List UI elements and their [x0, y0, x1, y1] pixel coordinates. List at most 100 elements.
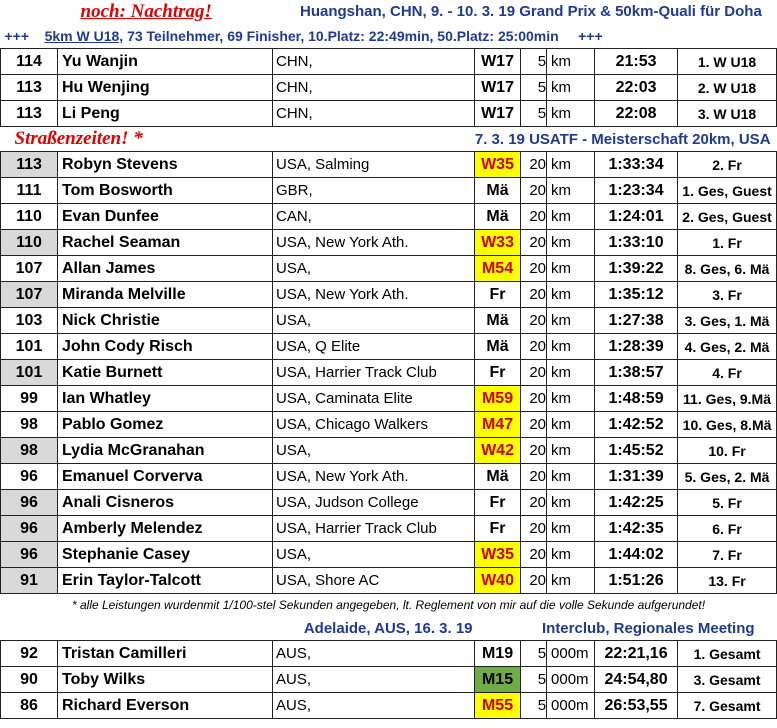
- club-cell: USA, Harrier Track Club: [271, 359, 476, 386]
- place-cell: 7. Fr: [677, 541, 777, 568]
- points-cell: 90: [0, 666, 58, 693]
- points-cell: 92: [0, 640, 58, 667]
- category-cell: W35: [474, 151, 522, 178]
- table-row: 96 Amberly Melendez USA, Harrier Track Clu…: [0, 515, 777, 542]
- results-sheet: noch: Nachtrag! +++ 5km W U18, 73 Teilne…: [0, 0, 777, 728]
- category-cell: Mä: [474, 307, 522, 334]
- unit-cell: 000m: [546, 640, 596, 667]
- time-cell: 1:48:59: [594, 385, 679, 412]
- time-cell: 1:51:26: [594, 567, 679, 594]
- section2-title: Straßenzeiten! *: [14, 128, 143, 149]
- time-cell: 22:03: [594, 74, 679, 101]
- category-cell: W17: [474, 48, 522, 75]
- time-cell: 1:33:10: [594, 229, 679, 256]
- unit-cell: km: [546, 359, 596, 386]
- table-row: 92 Tristan Camilleri AUS, M19 5 000m 22:21,16 1…: [0, 640, 777, 667]
- unit-cell: km: [546, 567, 596, 594]
- results-table: noch: Nachtrag! +++ 5km W U18, 73 Teilne…: [0, 0, 777, 719]
- points-cell: 111: [0, 177, 58, 204]
- unit-cell: km: [546, 333, 596, 360]
- athlete-name: Emanuel Corverva: [57, 463, 273, 490]
- club-cell: AUS,: [271, 640, 476, 667]
- category-cell: M47: [474, 411, 522, 438]
- club-cell: USA, Judson College: [271, 489, 476, 516]
- athlete-name: Allan James: [57, 255, 273, 282]
- athlete-name: Anali Cisneros: [57, 489, 273, 516]
- plus-marker: +++: [4, 28, 30, 44]
- distance-cell: 20: [520, 203, 548, 230]
- time-cell: 21:53: [594, 48, 679, 75]
- club-cell: AUS,: [271, 666, 476, 693]
- section2-header: Straßenzeiten! * Tustin, CAL, USA, 17. 3.…: [1, 127, 777, 152]
- category-cell: W35: [474, 541, 522, 568]
- points-cell: 113: [0, 100, 58, 127]
- distance-cell: 20: [520, 151, 548, 178]
- time-cell: 1:39:22: [594, 255, 679, 282]
- table-row: 99 Ian Whatley USA, Caminata Elite M59 20 km 1…: [0, 385, 777, 412]
- place-cell: 1. Gesamt: [677, 640, 777, 667]
- time-cell: 1:31:39: [594, 463, 679, 490]
- table-row: 107 Miranda Melville USA, New York Ath. Fr 2…: [0, 281, 777, 308]
- athlete-name: Tom Bosworth: [57, 177, 273, 204]
- category-cell: M55: [474, 692, 522, 719]
- points-cell: 96: [0, 541, 58, 568]
- club-cell: USA,: [271, 437, 476, 464]
- athlete-name: Ian Whatley: [57, 385, 273, 412]
- points-cell: 96: [0, 489, 58, 516]
- club-cell: USA, Caminata Elite: [271, 385, 476, 412]
- table-row: 90 Toby Wilks AUS, M15 5 000m 24:54,80 3. Gesam…: [0, 666, 777, 693]
- distance-cell: 20: [520, 463, 548, 490]
- time-cell: 22:21,16: [594, 640, 679, 667]
- distance-cell: 20: [520, 567, 548, 594]
- distance-cell: 20: [520, 281, 548, 308]
- category-cell: Fr: [474, 281, 522, 308]
- athlete-name: Nick Christie: [57, 307, 273, 334]
- time-cell: 1:44:02: [594, 541, 679, 568]
- table-row: 107 Allan James USA, M54 20 km 1:39:22 8. Ges, …: [0, 255, 777, 282]
- points-cell: 98: [0, 437, 58, 464]
- table-row: 98 Pablo Gomez USA, Chicago Walkers M47 20 km…: [0, 411, 777, 438]
- table-row: 113 Hu Wenjing CHN, W17 5 km 22:03 2. W U18: [0, 74, 777, 101]
- club-cell: CHN,: [271, 74, 476, 101]
- section1-subtitle-prefix: 5km W U18,: [44, 28, 124, 44]
- distance-cell: 5: [520, 74, 548, 101]
- place-cell: 1. Fr: [677, 229, 777, 256]
- club-cell: USA, Shore AC: [271, 567, 476, 594]
- table-row: 113 Li Peng CHN, W17 5 km 22:08 3. W U18: [0, 100, 777, 127]
- distance-cell: 5: [520, 692, 548, 719]
- section2-event: Tustin, CAL, USA, 17. 3. 19 USATF - Meis…: [474, 131, 771, 148]
- unit-cell: km: [546, 100, 596, 127]
- time-cell: 1:23:34: [594, 177, 679, 204]
- distance-cell: 20: [520, 229, 548, 256]
- category-cell: W42: [474, 437, 522, 464]
- athlete-name: Richard Everson: [57, 692, 273, 719]
- athlete-name: Erin Taylor-Talcott: [57, 567, 273, 594]
- place-cell: 6. Fr: [677, 515, 777, 542]
- unit-cell: km: [546, 151, 596, 178]
- category-cell: Mä: [474, 333, 522, 360]
- time-cell: 26:53,55: [594, 692, 679, 719]
- unit-cell: km: [546, 411, 596, 438]
- category-cell: W17: [474, 100, 522, 127]
- athlete-name: Evan Dunfee: [57, 203, 273, 230]
- club-cell: GBR,: [271, 177, 476, 204]
- distance-cell: 5: [520, 666, 548, 693]
- unit-cell: km: [546, 437, 596, 464]
- section3-event: Adelaide, AUS, 16. 3. 19: [303, 619, 473, 637]
- unit-cell: km: [546, 177, 596, 204]
- table-row: 103 Nick Christie USA, Mä 20 km 1:27:38 3. Ges,…: [0, 307, 777, 334]
- points-cell: 101: [0, 333, 58, 360]
- place-cell: 2. W U18: [677, 74, 777, 101]
- place-cell: 10. Fr: [677, 437, 777, 464]
- distance-cell: 20: [520, 333, 548, 360]
- club-cell: AUS,: [271, 692, 476, 719]
- athlete-name: Rachel Seaman: [57, 229, 273, 256]
- plus-marker: +++: [578, 28, 603, 44]
- points-cell: 114: [0, 48, 58, 75]
- time-cell: 24:54,80: [594, 666, 679, 693]
- table-row: 91 Erin Taylor-Talcott USA, Shore AC W40 20 k…: [0, 567, 777, 594]
- category-cell: M54: [474, 255, 522, 282]
- athlete-name: Miranda Melville: [57, 281, 273, 308]
- athlete-name: Robyn Stevens: [57, 151, 273, 178]
- time-cell: 1:27:38: [594, 307, 679, 334]
